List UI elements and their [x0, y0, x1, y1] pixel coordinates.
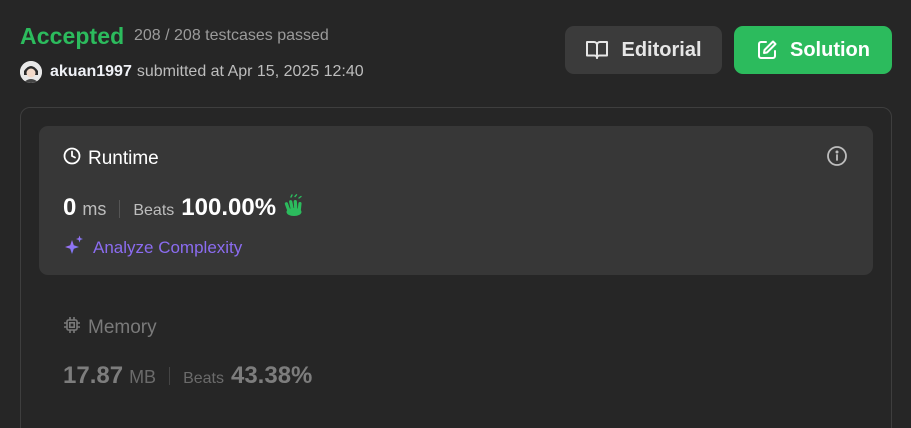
- runtime-unit: ms: [82, 199, 107, 219]
- analyze-label: Analyze Complexity: [93, 237, 243, 257]
- edit-square-icon: [756, 39, 778, 61]
- submission-info: akuan1997 submitted at Apr 15, 2025 12:4…: [20, 60, 364, 84]
- runtime-beats-label: Beats: [133, 202, 175, 219]
- sparkle-icon: [63, 234, 85, 261]
- memory-header[interactable]: Memory: [63, 316, 157, 340]
- memory-unit: MB: [129, 367, 157, 387]
- runtime-header: Runtime: [63, 147, 159, 171]
- memory-value: 17.87: [63, 362, 124, 389]
- memory-metrics: 17.87 MB Beats 43.38%: [63, 362, 312, 390]
- runtime-beats-value: 100.00%: [181, 194, 277, 221]
- memory-beats-value: 43.38%: [230, 362, 313, 389]
- clap-icon: [282, 194, 306, 223]
- submitted-time: submitted at Apr 15, 2025 12:40: [136, 63, 364, 80]
- solution-label: Solution: [790, 38, 870, 61]
- memory-title: Memory: [88, 317, 157, 338]
- status-accepted: Accepted: [20, 23, 125, 49]
- editorial-button[interactable]: Editorial: [565, 26, 722, 74]
- submission-result-page: Accepted 208 / 208 testcases passed akua…: [0, 0, 911, 428]
- book-open-icon: [585, 39, 609, 61]
- clock-icon: [63, 147, 81, 171]
- runtime-card[interactable]: Runtime 0 ms Beats 100.00% Analyze Compl…: [39, 126, 873, 275]
- solution-button[interactable]: Solution: [734, 26, 892, 74]
- divider: [119, 199, 121, 218]
- runtime-metrics: 0 ms Beats 100.00%: [63, 194, 306, 223]
- username-link[interactable]: akuan1997: [50, 63, 132, 81]
- chip-icon: [63, 316, 81, 340]
- runtime-value: 0: [63, 194, 77, 221]
- editorial-label: Editorial: [621, 38, 702, 61]
- runtime-title: Runtime: [88, 148, 159, 169]
- info-icon[interactable]: [826, 145, 848, 172]
- memory-beats-label: Beats: [183, 370, 224, 387]
- divider: [169, 367, 171, 385]
- testcases-passed: 208 / 208 testcases passed: [134, 27, 329, 44]
- analyze-complexity-button[interactable]: Analyze Complexity: [63, 234, 242, 261]
- avatar[interactable]: [20, 61, 42, 83]
